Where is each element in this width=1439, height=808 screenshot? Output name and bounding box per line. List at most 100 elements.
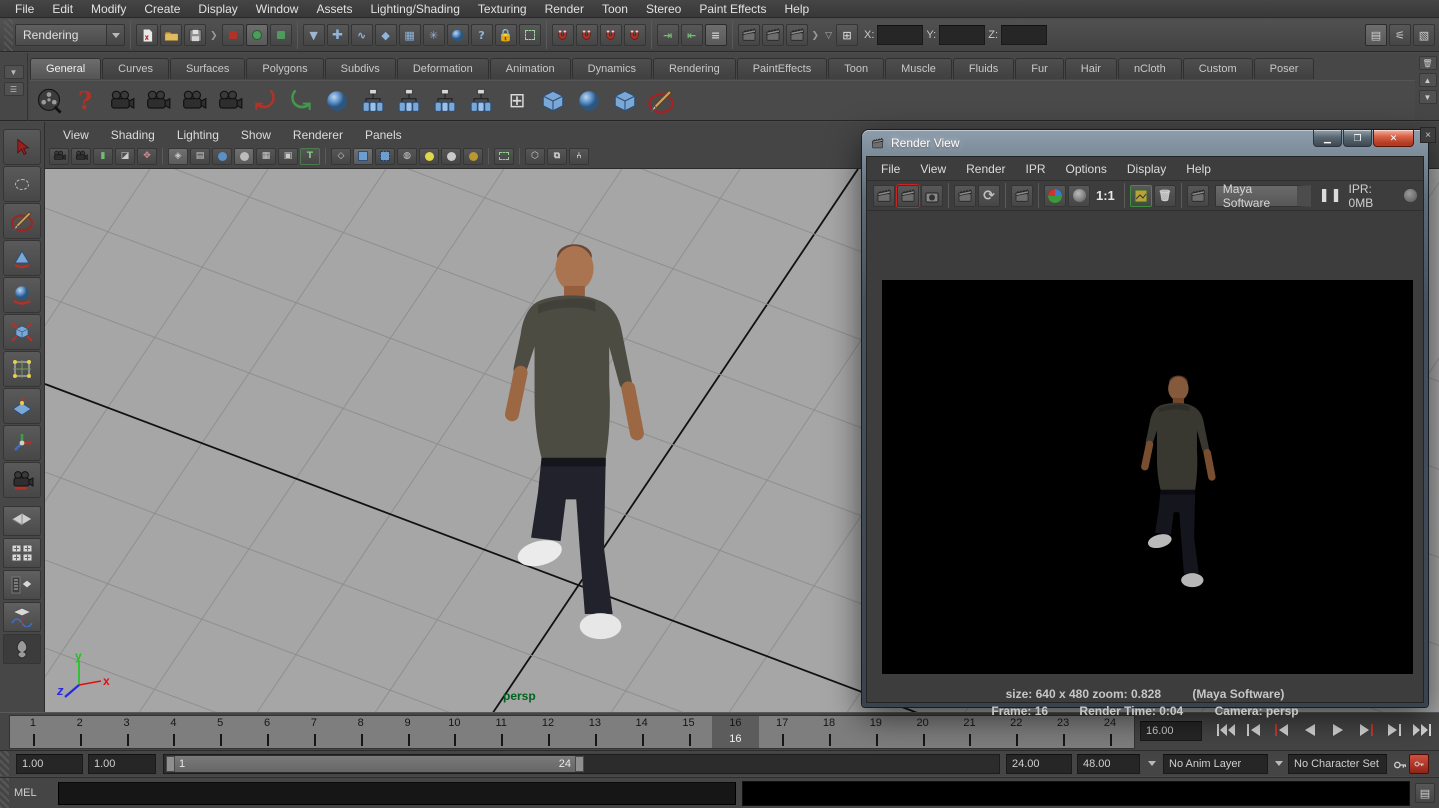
use-all-lights-icon[interactable]: ◍ [397, 148, 417, 165]
menubar-item[interactable]: Edit [43, 0, 82, 18]
shelf-tab[interactable]: Dynamics [572, 58, 652, 79]
gate-mask-icon[interactable] [234, 148, 254, 165]
snap-to-planes-button[interactable]: ▦ [399, 24, 421, 46]
shelf-tab[interactable]: Deformation [397, 58, 489, 79]
viewport-menu-item[interactable]: Panels [355, 126, 412, 144]
shelf-tab[interactable]: Toon [828, 58, 884, 79]
animation-start-input[interactable]: 1.00 [16, 754, 83, 774]
last-tool-used-button[interactable] [3, 462, 41, 498]
viewport-menu-item[interactable]: View [53, 126, 99, 144]
command-input[interactable] [58, 782, 736, 805]
snap-to-curves-button[interactable]: ∿ [351, 24, 373, 46]
render-current-frame-button[interactable] [738, 24, 760, 46]
construction-history-toggle[interactable]: ≡ [705, 24, 727, 46]
shelf-trash-icon[interactable]: 🗑 [1419, 56, 1437, 70]
menubar-item[interactable]: Stereo [637, 0, 690, 18]
paint-effects-panel-button[interactable] [3, 634, 41, 664]
render-view-menu-item[interactable]: Display [1117, 162, 1176, 176]
soft-modification-tool-button[interactable] [3, 388, 41, 424]
menubar-item[interactable]: Texturing [469, 0, 536, 18]
timeline-frame-6[interactable]: 6 [244, 716, 291, 748]
rangebar-grip[interactable] [0, 751, 9, 776]
mirror-geometry-button[interactable] [608, 84, 642, 118]
isolate-select-icon[interactable] [494, 148, 514, 165]
new-scene-button[interactable] [136, 24, 158, 46]
snapshot-button[interactable] [921, 185, 943, 207]
hypergraph-button[interactable]: ⊞ [500, 84, 534, 118]
render-view-menu-item[interactable]: IPR [1016, 162, 1056, 176]
snap-magnet-2-icon[interactable] [576, 24, 598, 46]
select-object-mode-button[interactable] [246, 24, 268, 46]
collapse-arrow-icon[interactable]: ❯ [810, 30, 822, 41]
y-coordinate-input[interactable] [939, 25, 985, 45]
snap-to-points-button[interactable]: ◆ [375, 24, 397, 46]
script-editor-button[interactable]: ▤ [1415, 783, 1435, 803]
open-scene-button[interactable] [160, 24, 182, 46]
render-view-menu-item[interactable]: Help [1176, 162, 1221, 176]
menubar-item[interactable]: Modify [82, 0, 135, 18]
anim-layer-selector[interactable]: No Anim Layer [1163, 754, 1268, 774]
panel-close-button[interactable]: × [1420, 127, 1436, 143]
persp-graph-layout-button[interactable] [3, 602, 41, 632]
shelf-tab[interactable]: Polygons [246, 58, 323, 79]
pan-zoom-icon[interactable]: ✥ [137, 148, 157, 165]
wireframe-on-shaded-icon[interactable]: ⬡ [525, 148, 545, 165]
rotate-tool-button[interactable] [3, 277, 41, 313]
shelf-tab[interactable]: Curves [102, 58, 169, 79]
no-lights-icon[interactable] [463, 148, 483, 165]
play-forwards-button[interactable] [1325, 719, 1350, 741]
collapse-arrow-icon[interactable]: ❯ [208, 30, 220, 41]
snap-magnet-1-icon[interactable] [552, 24, 574, 46]
menubar-item[interactable]: Render [536, 0, 593, 18]
film-gate-icon[interactable]: ▤ [190, 148, 210, 165]
render-view-menu-item[interactable]: View [910, 162, 956, 176]
timeline-frame-9[interactable]: 9 [385, 716, 432, 748]
go-to-end-button[interactable] [1409, 719, 1434, 741]
alpha-channel-button[interactable] [1068, 185, 1090, 207]
duplicate-special-button[interactable] [572, 84, 606, 118]
camera-dolly-button[interactable] [176, 84, 210, 118]
camera-zoom-button[interactable] [212, 84, 246, 118]
shelf-tab[interactable]: PaintEffects [737, 58, 828, 79]
tool-settings-toggle[interactable]: ⚟ [1389, 24, 1411, 46]
scale-tool-button[interactable] [3, 314, 41, 350]
cmdline-grip[interactable] [0, 778, 9, 808]
timeline-frame-4[interactable]: 4 [150, 716, 197, 748]
snap-mode-list-icon[interactable]: ▼ [303, 24, 325, 46]
render-view-menu-item[interactable]: File [871, 162, 910, 176]
output-connections-button[interactable]: ⇤ [681, 24, 703, 46]
anim-layer-dropdown-icon[interactable] [1148, 761, 1156, 766]
go-to-start-button[interactable] [1213, 719, 1238, 741]
render-view-menu-item[interactable]: Options [1056, 162, 1117, 176]
duplicate-button[interactable] [536, 84, 570, 118]
shelf-tab[interactable]: Fur [1015, 58, 1064, 79]
playblast-reel-button[interactable] [32, 84, 66, 118]
timeline-frame-3[interactable]: 3 [104, 716, 151, 748]
command-language-label[interactable]: MEL [14, 787, 50, 799]
step-back-key-button[interactable] [1269, 719, 1294, 741]
ipr-render-button[interactable] [762, 24, 784, 46]
playback-start-input[interactable]: 1.00 [88, 754, 156, 774]
statusline-grip[interactable] [4, 19, 13, 51]
xray-joints-icon[interactable]: ⑃ [569, 148, 589, 165]
shelf-tab[interactable]: Subdivs [325, 58, 396, 79]
shelf-tab[interactable]: General [30, 58, 101, 79]
character-set-dropdown-icon[interactable] [1275, 761, 1283, 766]
timeline-frame-11[interactable]: 11 [478, 716, 525, 748]
menubar-item[interactable]: Help [776, 0, 819, 18]
lasso-tool-button[interactable] [3, 166, 41, 202]
current-time-input[interactable]: 16.00 [1140, 721, 1202, 741]
unparent-button[interactable] [464, 84, 498, 118]
shelf-tab[interactable]: Fluids [953, 58, 1014, 79]
select-tool-button[interactable] [3, 129, 41, 165]
menubar-item[interactable]: File [6, 0, 43, 18]
timeline-frame-15[interactable]: 15 [666, 716, 713, 748]
range-track[interactable]: 1 24 [163, 754, 1000, 774]
render-settings-button[interactable] [786, 24, 808, 46]
input-connections-button[interactable]: ⇥ [657, 24, 679, 46]
shelf-scroll-up-icon[interactable]: ▲ [1419, 73, 1437, 87]
step-forward-key-button[interactable] [1353, 719, 1378, 741]
help-button[interactable]: ? [68, 84, 102, 118]
range-start-handle[interactable] [166, 756, 175, 772]
timeline-frame-17[interactable]: 17 [759, 716, 806, 748]
